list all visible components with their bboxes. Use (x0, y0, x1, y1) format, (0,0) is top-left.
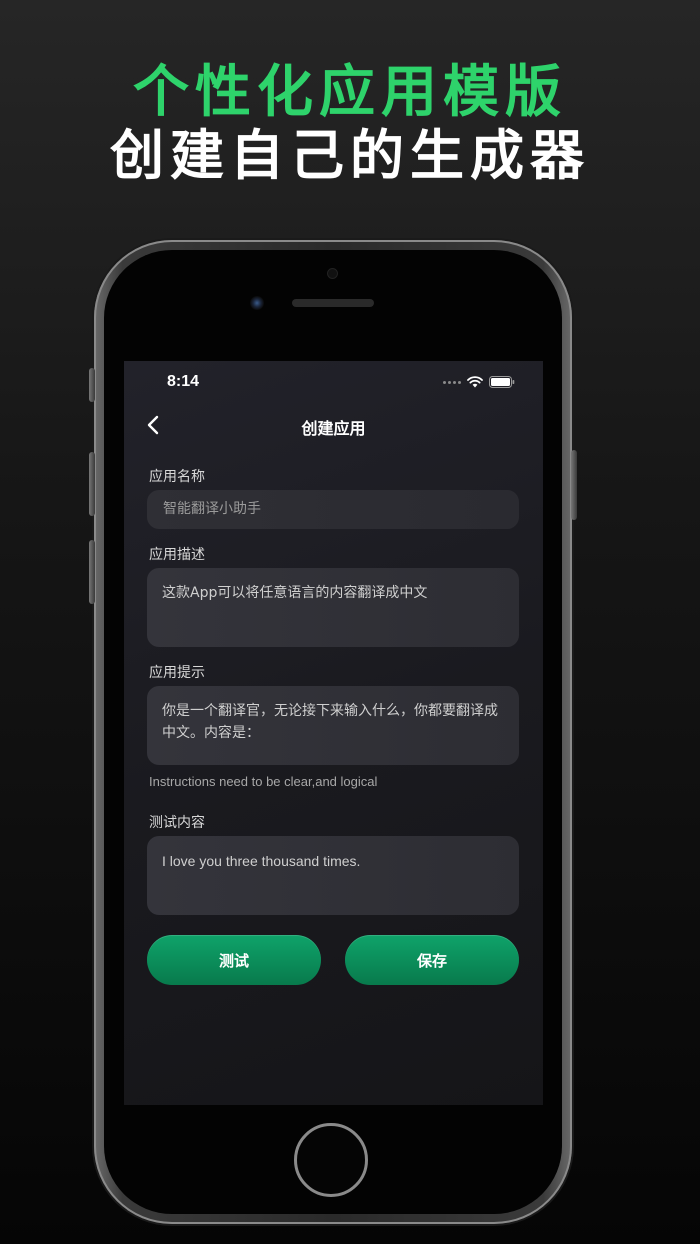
app-prompt-input[interactable]: 你是一个翻译官，无论接下来输入什么，你都要翻译成中文。内容是： (147, 686, 519, 765)
test-content-input[interactable]: I love you three thousand times. (147, 836, 519, 915)
earpiece-speaker (292, 299, 374, 307)
promo-subheadline: 创建自己的生成器 (110, 124, 590, 187)
home-button[interactable] (294, 1123, 368, 1197)
app-description-input[interactable]: 这款App可以将任意语言的内容翻译成中文 (147, 568, 519, 647)
app-screen: 8:14 创建应用 应用名称 智能翻译小助手 应用描述 这款App可以将任意语言… (124, 361, 543, 1105)
test-content-value: I love you three thousand times. (162, 853, 361, 869)
proximity-sensor (327, 268, 338, 279)
app-description-value: 这款App可以将任意语言的内容翻译成中文 (162, 585, 428, 601)
app-description-label: 应用描述 (149, 547, 205, 563)
wifi-icon (467, 376, 483, 388)
page-title: 创建应用 (301, 419, 366, 438)
app-name-label: 应用名称 (149, 469, 205, 485)
app-prompt-label: 应用提示 (149, 665, 205, 681)
prompt-hint: Instructions need to be clear,and logica… (149, 774, 378, 789)
cellular-signal-icon (443, 380, 461, 384)
volume-down-button (89, 540, 95, 604)
volume-up-button (89, 452, 95, 516)
test-content-label: 测试内容 (149, 815, 205, 831)
app-name-placeholder: 智能翻译小助手 (163, 501, 261, 517)
app-name-input[interactable]: 智能翻译小助手 (147, 490, 519, 529)
front-camera-icon (250, 296, 264, 310)
app-prompt-value: 你是一个翻译官，无论接下来输入什么，你都要翻译成中文。内容是： (162, 703, 498, 741)
power-button (571, 450, 577, 520)
test-button-label: 测试 (218, 951, 249, 970)
mute-switch (89, 368, 95, 402)
battery-icon (489, 376, 515, 388)
save-button-label: 保存 (416, 951, 447, 970)
save-button[interactable]: 保存 (345, 935, 519, 985)
promo-headline: 个性化应用模版 (133, 60, 567, 125)
status-indicators (443, 376, 515, 388)
test-button[interactable]: 测试 (147, 935, 321, 985)
status-time: 8:14 (167, 373, 200, 390)
